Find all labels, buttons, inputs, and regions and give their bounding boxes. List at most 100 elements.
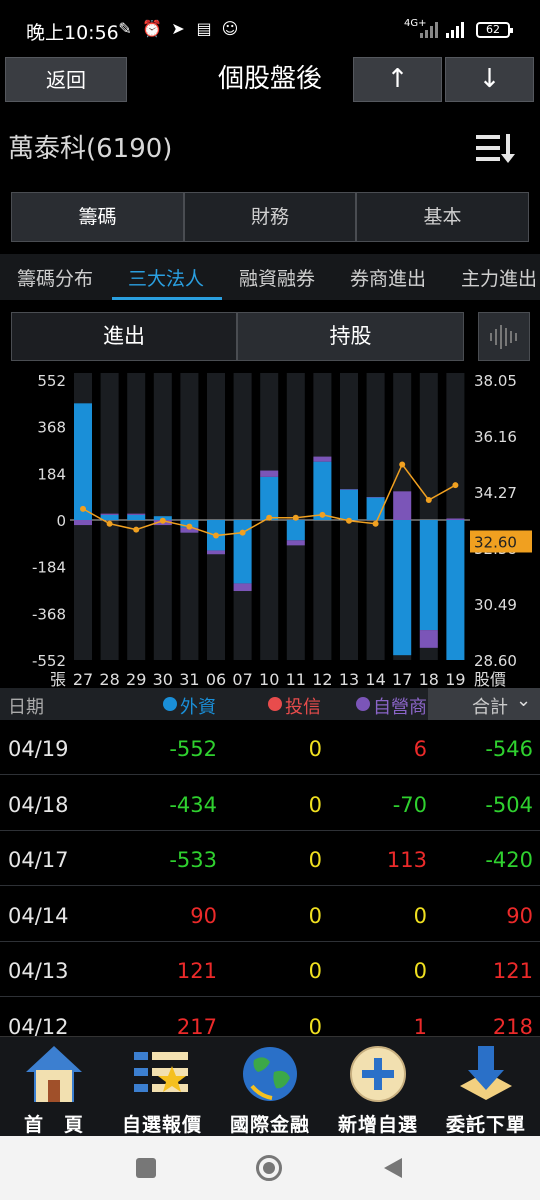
cell-total: -546 bbox=[485, 737, 533, 761]
cell-date: 04/19 bbox=[8, 737, 69, 761]
signal-icon-2 bbox=[446, 22, 464, 38]
bar-dealer bbox=[207, 550, 225, 555]
x-tick-label: 30 bbox=[153, 670, 173, 688]
chart-column-bg bbox=[180, 373, 199, 660]
chart-mode-button[interactable] bbox=[478, 312, 530, 361]
cell-foreign: 90 bbox=[190, 903, 217, 928]
status-time: 晚上10:56 bbox=[26, 22, 119, 44]
nav-add-watchlist[interactable]: 新增自選 bbox=[324, 1036, 432, 1136]
nav-international[interactable]: 國際金融 bbox=[216, 1036, 324, 1136]
bar-dealer bbox=[393, 491, 412, 520]
x-tick-label: 13 bbox=[339, 670, 359, 688]
price-point bbox=[80, 505, 86, 512]
price-point bbox=[186, 523, 193, 530]
price-point bbox=[266, 514, 273, 521]
download-order-icon bbox=[460, 1046, 512, 1100]
left-unit-label: 張 bbox=[50, 670, 66, 688]
news-icon: ▤ bbox=[196, 19, 212, 38]
bar-foreign bbox=[260, 476, 279, 520]
globe-icon bbox=[243, 1047, 297, 1101]
nav-watchlist[interactable]: 自選報價 bbox=[108, 1036, 216, 1136]
x-tick-label: 28 bbox=[99, 670, 119, 688]
trust-dot-icon bbox=[268, 697, 282, 711]
chevron-down-icon[interactable]: ⌄ bbox=[516, 690, 531, 711]
cell-date: 04/12 bbox=[8, 1014, 69, 1039]
cell-foreign: 217 bbox=[176, 1014, 217, 1039]
bar-foreign bbox=[74, 403, 92, 520]
right-tick-label: 28.60 bbox=[474, 652, 517, 670]
subtab-broker[interactable]: 券商進出 bbox=[350, 264, 426, 291]
x-tick-label: 14 bbox=[365, 670, 385, 688]
back-button[interactable]: 返回 bbox=[5, 57, 127, 102]
left-tick-label: 368 bbox=[37, 419, 66, 437]
price-point bbox=[372, 520, 379, 527]
bar-foreign bbox=[340, 489, 358, 520]
table-row[interactable]: 04/13 121 0 0 121 bbox=[0, 942, 540, 997]
left-tick-label: -368 bbox=[32, 605, 66, 623]
header-date: 日期 bbox=[8, 697, 44, 718]
bar-foreign bbox=[419, 520, 438, 631]
message-icon: ☺ bbox=[221, 19, 239, 38]
nav-order-label: 委託下單 bbox=[445, 1114, 526, 1136]
cell-trust: 0 bbox=[308, 903, 322, 928]
battery-icon: 62 bbox=[476, 22, 513, 38]
cell-dealer: 1 bbox=[413, 1014, 427, 1039]
bar-dealer bbox=[286, 540, 305, 546]
tab-financial[interactable]: 財務 bbox=[184, 192, 356, 242]
cell-trust: 0 bbox=[308, 737, 322, 761]
telegram-icon: ➤ bbox=[171, 19, 185, 38]
table-row[interactable]: 04/17 -533 0 113 -420 bbox=[0, 831, 540, 886]
tab-basic[interactable]: 基本 bbox=[356, 192, 529, 242]
bar-dealer bbox=[260, 470, 279, 477]
x-tick-label: 18 bbox=[419, 670, 439, 688]
nav-home[interactable]: 首 頁 bbox=[0, 1036, 108, 1136]
next-stock-button[interactable]: ↓ bbox=[445, 57, 534, 102]
system-nav-bar bbox=[0, 1136, 540, 1200]
price-point bbox=[133, 526, 140, 533]
nav-add-watchlist-label: 新增自選 bbox=[337, 1114, 418, 1136]
table-row[interactable]: 04/18 -434 0 -70 -504 bbox=[0, 776, 540, 831]
nav-watchlist-label: 自選報價 bbox=[121, 1114, 202, 1136]
right-tick-label: 30.49 bbox=[474, 596, 517, 614]
table-row[interactable]: 04/14 90 0 0 90 bbox=[0, 887, 540, 942]
cell-total: -420 bbox=[485, 848, 533, 872]
stock-name: 萬泰科(6190) bbox=[8, 134, 173, 164]
recent-apps-icon[interactable] bbox=[136, 1158, 156, 1178]
right-unit-label: 股價 bbox=[474, 670, 506, 688]
cell-date: 04/18 bbox=[8, 792, 69, 817]
subtab-major-players[interactable]: 主力進出 bbox=[461, 264, 537, 291]
toggle-holdings[interactable]: 持股 bbox=[237, 312, 464, 361]
subtab-chip-distribution[interactable]: 籌碼分布 bbox=[17, 264, 93, 291]
previous-stock-button[interactable]: ↑ bbox=[353, 57, 442, 102]
left-tick-label: 552 bbox=[37, 372, 66, 390]
cell-total: 90 bbox=[506, 903, 533, 928]
bar-foreign bbox=[446, 520, 465, 660]
tab-chips[interactable]: 籌碼 bbox=[11, 192, 184, 242]
cell-dealer: -70 bbox=[392, 792, 427, 817]
price-point bbox=[399, 461, 406, 468]
header-foreign: 外資 bbox=[180, 697, 216, 718]
chart-column-bg bbox=[207, 373, 225, 660]
bar-dealer bbox=[366, 497, 385, 498]
price-point bbox=[346, 517, 352, 524]
price-point bbox=[425, 497, 432, 503]
right-tick-label: 38.05 bbox=[474, 372, 517, 390]
cell-foreign: -533 bbox=[169, 848, 217, 872]
nav-international-label: 國際金融 bbox=[229, 1114, 310, 1136]
home-circle-icon[interactable] bbox=[256, 1155, 282, 1181]
subtab-margin[interactable]: 融資融券 bbox=[239, 264, 315, 291]
back-triangle-icon[interactable] bbox=[382, 1156, 404, 1180]
current-price-label: 32.60 bbox=[474, 533, 517, 551]
cell-date: 04/14 bbox=[8, 903, 69, 928]
left-tick-label: -184 bbox=[32, 559, 66, 577]
sort-menu-icon[interactable] bbox=[474, 130, 518, 166]
cell-date: 04/17 bbox=[8, 848, 69, 872]
nav-order[interactable]: 委託下單 bbox=[432, 1036, 540, 1136]
x-tick-label: 10 bbox=[259, 670, 279, 688]
table-row[interactable]: 04/19 -552 0 6 -546 bbox=[0, 720, 540, 775]
bar-dealer bbox=[340, 489, 358, 490]
toggle-buy-sell[interactable]: 進出 bbox=[11, 312, 237, 361]
price-point bbox=[319, 511, 326, 518]
waveform-icon bbox=[490, 325, 517, 349]
subtab-institutional[interactable]: 三大法人 bbox=[128, 264, 204, 291]
